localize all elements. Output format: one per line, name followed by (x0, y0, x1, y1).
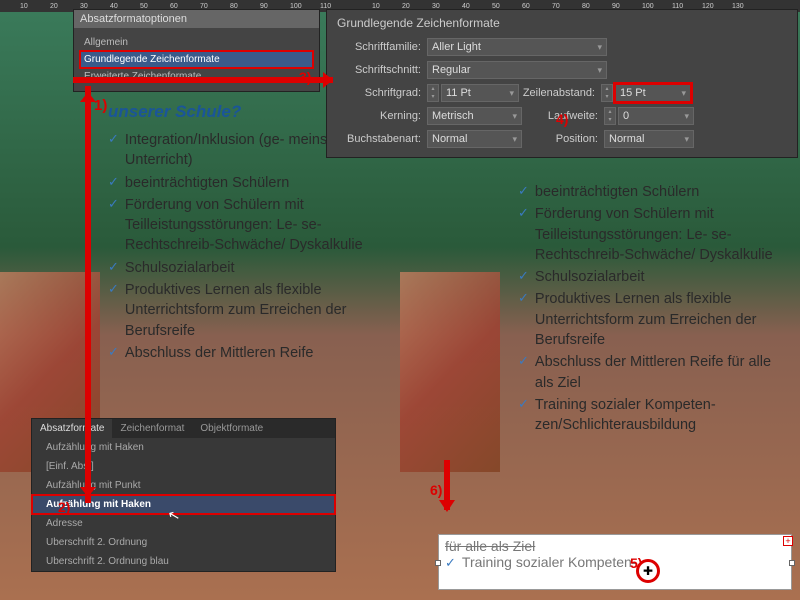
frame-handle[interactable] (789, 560, 795, 566)
list-item: ✓Förderung von Schülern mit Teilleistung… (108, 195, 380, 256)
paragraph-styles-panel: Absatzformate Zeichenformat Objektformat… (31, 418, 336, 572)
dropdown-tracking[interactable]: 0 (618, 107, 694, 125)
list-item: ✓Produktives Lernen als flexible Unterri… (108, 280, 380, 341)
tab-paragraph-formats[interactable]: Absatzformate (32, 419, 112, 438)
checkmark-icon: ✓ (445, 555, 456, 570)
style-item[interactable]: Uberschrift 2. Ordnung (32, 533, 335, 552)
style-item-basic[interactable]: [Einf. Abs.] (32, 457, 335, 476)
checkmark-icon: ✓ (108, 130, 119, 148)
annotation-1: 1) (94, 97, 107, 114)
dropdown-font-size[interactable]: 11 Pt (441, 84, 519, 102)
list-item: ✓Schulsozialarbeit (108, 258, 380, 278)
character-formats-panel: Grundlegende Zeichenformate Schriftfamil… (326, 9, 798, 158)
label-position: Position: (522, 133, 604, 145)
checkmark-icon: ✓ (518, 204, 529, 222)
label-kerning: Kerning: (337, 110, 427, 122)
list-item: ✓Abschluss der Mittleren Reife (108, 343, 380, 363)
label-font-family: Schriftfamilie: (337, 41, 427, 53)
panel-item-advanced-character[interactable]: Erweiterte Zeichenformate (80, 68, 313, 85)
dropdown-font-family[interactable]: Aller Light (427, 38, 607, 56)
panel-item-basic-character[interactable]: Grundlegende Zeichenformate (80, 51, 313, 68)
list-item: ✓Schulsozialarbeit (518, 267, 790, 287)
checkmark-icon: ✓ (108, 258, 119, 276)
annotation-arrow-vertical (85, 86, 91, 503)
annotation-3: 3) (299, 69, 311, 85)
list-item: ✓Abschluss der Mittleren Reife für alle … (518, 352, 790, 393)
background-photo (400, 272, 500, 472)
checkmark-icon: ✓ (518, 352, 529, 370)
list-item: ✓Training sozialer Kompeten- zen/Schlich… (518, 395, 790, 436)
checkmark-icon: ✓ (518, 182, 529, 200)
style-item[interactable]: Aufzählung mit Punkt (32, 476, 335, 495)
dropdown-font-style[interactable]: Regular (427, 61, 607, 79)
frame-handle[interactable] (435, 560, 441, 566)
checkmark-icon: ✓ (518, 289, 529, 307)
character-panel-title: Grundlegende Zeichenformate (337, 14, 789, 38)
list-item: ✓Produktives Lernen als flexible Unterri… (518, 289, 790, 350)
checkmark-icon: ✓ (518, 267, 529, 285)
annotation-4: 4) (556, 111, 568, 127)
panel-title: Absatzformatoptionen (74, 10, 319, 28)
stepper-leading[interactable]: ▴▾ (601, 84, 613, 102)
label-font-size: Schriftgrad: (337, 87, 427, 99)
label-case: Buchstabenart: (337, 133, 427, 145)
dropdown-case[interactable]: Normal (427, 130, 522, 148)
checkmark-icon: ✓ (108, 195, 119, 213)
checkmark-icon: ✓ (108, 173, 119, 191)
checkmark-icon: ✓ (108, 343, 119, 361)
style-item-selected[interactable]: Aufzählung mit Haken (32, 495, 335, 514)
style-item[interactable]: Uberschrift 2. Ordnung blau (32, 552, 335, 571)
tab-character-formats[interactable]: Zeichenformat (112, 419, 192, 438)
label-font-style: Schriftschnitt: (337, 64, 427, 76)
label-leading: Zeilenabstand: (519, 87, 601, 99)
list-item: ✓beeinträchtigten Schülern (518, 182, 790, 202)
stepper-size[interactable]: ▴▾ (427, 84, 439, 102)
list-item: ✓beeinträchtigten Schülern (108, 173, 380, 193)
checkmark-icon: ✓ (108, 280, 119, 298)
loaded-cursor-icon: ✚ (636, 559, 660, 583)
dropdown-position[interactable]: Normal (604, 130, 694, 148)
annotation-arrow-down (444, 460, 450, 510)
annotation-2: 2) (58, 499, 70, 515)
style-item[interactable]: Adresse (32, 514, 335, 533)
overset-indicator-icon[interactable]: + (783, 536, 793, 546)
paragraph-options-panel: Absatzformatoptionen Allgemein Grundlege… (73, 9, 320, 92)
dropdown-kerning[interactable]: Metrisch (427, 107, 522, 125)
list-item: ✓Förderung von Schülern mit Teilleistung… (518, 204, 790, 265)
panel-item-general[interactable]: Allgemein (80, 34, 313, 51)
style-item[interactable]: Aufzählung mit Haken (32, 438, 335, 457)
annotation-6: 6) (430, 482, 442, 498)
checkmark-icon: ✓ (518, 395, 529, 413)
overset-text-frame[interactable]: für alle als Ziel ✓Training sozialer Kom… (438, 534, 792, 590)
dropdown-leading[interactable]: 15 Pt (615, 84, 691, 102)
tab-object-formats[interactable]: Objektformate (192, 419, 271, 438)
stepper-tracking[interactable]: ▴▾ (604, 107, 616, 125)
